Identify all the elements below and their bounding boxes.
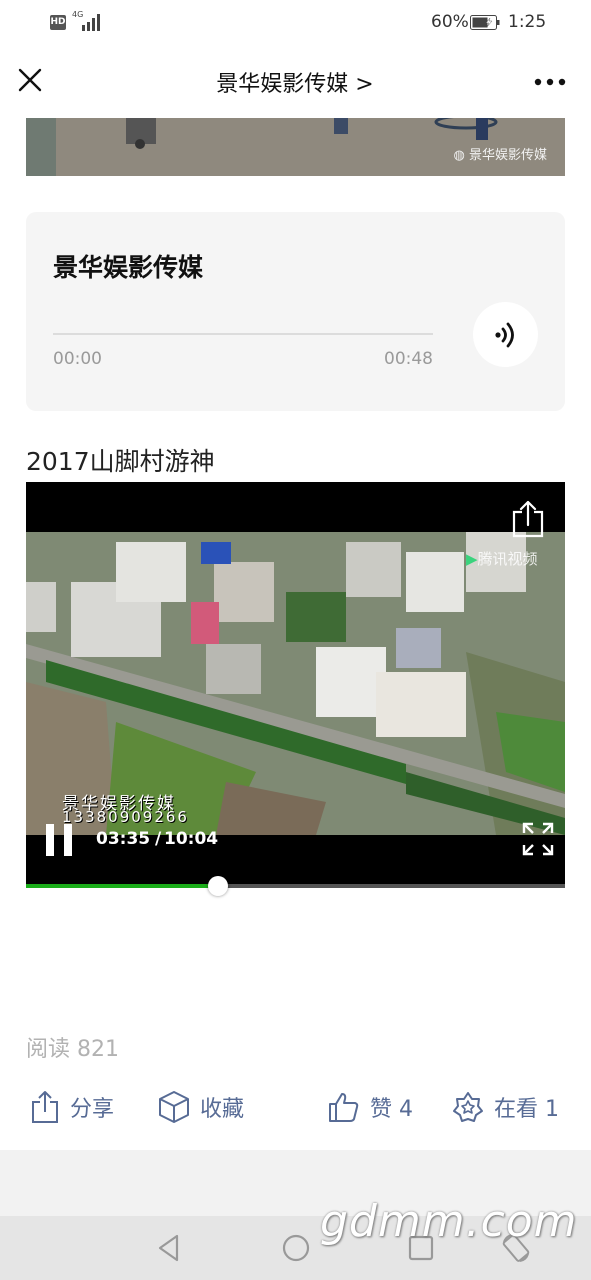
watching-star-icon: [453, 1092, 483, 1122]
audio-card: 景华娱影传媒 00:00 00:48: [26, 212, 565, 411]
video-duration: 10:04: [164, 829, 219, 849]
site-watermark: gdmm.com: [320, 1196, 578, 1247]
share-icon[interactable]: [510, 500, 546, 538]
more-icon[interactable]: [530, 74, 570, 90]
back-triangle-icon[interactable]: [154, 1232, 186, 1264]
video-title: 2017山脚村游神: [26, 447, 215, 476]
collect-label: 收藏: [200, 1097, 245, 1122]
audio-play-button[interactable]: [473, 302, 538, 367]
battery-icon: [470, 15, 500, 30]
status-bar: HD 4G 60% 1:25: [0, 0, 591, 46]
tencent-video-icon: ▶: [466, 550, 478, 568]
home-circle-icon[interactable]: [280, 1232, 312, 1264]
hd-badge: HD: [50, 15, 66, 30]
clock: 1:25: [508, 12, 547, 32]
like-action[interactable]: 赞 4: [328, 1087, 413, 1127]
collect-action[interactable]: 收藏: [158, 1087, 244, 1127]
share-label: 分享: [70, 1097, 115, 1122]
video-progress-bar[interactable]: [26, 876, 565, 896]
share-action[interactable]: 分享: [30, 1087, 114, 1127]
video-player[interactable]: ▶腾讯视频 景华娱影传媒 13380909266 03:35 / 10:04: [26, 482, 565, 885]
video-scrub-handle[interactable]: [207, 876, 228, 896]
read-count: 阅读 821: [26, 1037, 119, 1062]
pause-button[interactable]: [46, 824, 74, 856]
fullscreen-icon[interactable]: [522, 822, 554, 856]
sound-wave-icon: [495, 322, 514, 348]
video-logo: ▶腾讯视频: [466, 550, 538, 568]
wechat-icon: ◍: [453, 148, 465, 163]
video-watermark-phone: 13380909266: [62, 808, 189, 826]
account-title-link[interactable]: 景华娱影传媒 >: [150, 66, 440, 98]
audio-current-time: 00:00: [53, 349, 102, 369]
signal-icon: [82, 14, 100, 31]
audio-progress-track[interactable]: [53, 333, 433, 335]
video-time-separator: /: [155, 829, 162, 849]
article-image: ◍ 景华娱影传媒: [26, 118, 565, 176]
watching-action[interactable]: 在看 1: [452, 1087, 559, 1127]
audio-duration: 00:48: [384, 349, 433, 369]
video-current-time: 03:35: [96, 829, 151, 849]
image-watermark: ◍ 景华娱影传媒: [453, 148, 548, 163]
video-progress-fill: [26, 884, 218, 888]
share-icon: [32, 1091, 58, 1123]
close-icon[interactable]: [14, 64, 46, 96]
audio-title: 景华娱影传媒: [53, 253, 204, 282]
watching-label: 在看 1: [494, 1097, 559, 1122]
like-label: 赞 4: [370, 1097, 413, 1122]
thumbs-up-icon: [329, 1093, 359, 1122]
collect-box-icon: [159, 1091, 189, 1123]
nav-bar: 景华娱影传媒 >: [0, 46, 591, 118]
pause-icon: [46, 824, 54, 856]
battery-percent: 60%: [431, 12, 469, 32]
